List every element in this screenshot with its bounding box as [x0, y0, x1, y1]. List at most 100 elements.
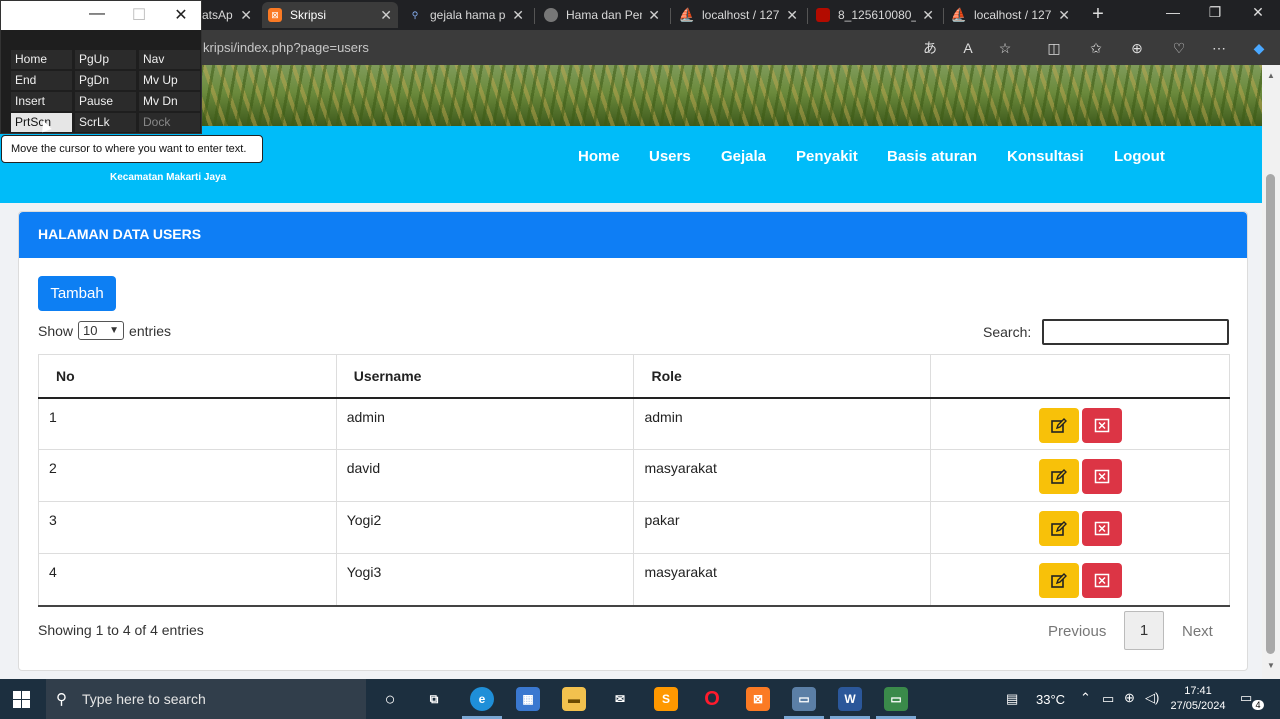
close-icon[interactable]: ✕ [922, 7, 934, 24]
close-icon[interactable]: ✕ [240, 7, 252, 24]
osk-key-nav[interactable]: Nav [139, 50, 200, 69]
split-screen-icon[interactable]: ◫ [1044, 38, 1064, 58]
osk-key-home[interactable]: Home [11, 50, 72, 69]
remote-desktop-icon[interactable]: ▭ [792, 687, 816, 711]
scroll-down-arrow-icon[interactable]: ▼ [1267, 661, 1275, 670]
delete-button[interactable] [1081, 459, 1122, 494]
edge-browser-icon[interactable]: e [470, 687, 494, 711]
page-scrollbar[interactable]: ▲ ▼ [1262, 65, 1280, 679]
browser-tab[interactable]: 8_125610080_ ✕ [810, 2, 940, 28]
xampp-icon[interactable]: ⊠ [746, 687, 770, 711]
windows-start-icon[interactable] [13, 691, 30, 708]
nav-logout[interactable]: Logout [1114, 148, 1165, 165]
edit-button[interactable] [1038, 511, 1079, 546]
nav-home[interactable]: Home [578, 148, 620, 165]
close-icon[interactable]: ✕ [169, 5, 193, 25]
mail-icon[interactable]: ✉ [608, 687, 632, 711]
new-tab-plus-icon[interactable]: + [1088, 3, 1108, 27]
restore-icon[interactable]: ❐ [1200, 4, 1230, 21]
cell-actions [930, 449, 1230, 502]
network-globe-icon[interactable]: ⊕ [1124, 690, 1135, 706]
pagination-page-1[interactable]: 1 [1124, 611, 1164, 650]
tray-chevron-up-icon[interactable]: ⌃ [1080, 690, 1091, 706]
taskbar-search-box[interactable]: Type here to search [46, 679, 366, 719]
osk-key-mv-dn[interactable]: Mv Dn [139, 92, 200, 111]
globe-icon [544, 8, 558, 22]
microsoft-store-icon[interactable]: ▦ [516, 687, 540, 711]
cell-role: masyarakat [633, 553, 932, 607]
nav-konsultasi[interactable]: Konsultasi [1007, 148, 1084, 165]
osk-key-insert[interactable]: Insert [11, 92, 72, 111]
volume-icon[interactable]: ◁) [1145, 690, 1159, 706]
cell-username: david [335, 449, 635, 502]
battery-icon[interactable]: ▭ [1102, 691, 1114, 707]
close-icon[interactable]: ✕ [512, 7, 524, 24]
edit-button[interactable] [1038, 563, 1079, 598]
notification-center-icon[interactable]: ▭ [1240, 690, 1252, 706]
browser-tab[interactable]: Hama dan Pen ✕ [538, 2, 666, 28]
osk-key-pgdn[interactable]: PgDn [75, 71, 136, 90]
osk-key-pause[interactable]: Pause [75, 92, 136, 111]
file-explorer-icon[interactable]: ▬ [562, 687, 586, 711]
close-icon[interactable]: ✕ [1058, 7, 1070, 24]
task-view-icon[interactable]: ⧉ [422, 687, 446, 711]
close-icon[interactable]: ✕ [648, 7, 660, 24]
column-header-no[interactable]: No [38, 354, 337, 399]
nav-users[interactable]: Users [649, 148, 691, 165]
close-icon[interactable]: ✕ [380, 7, 392, 24]
copilot-icon[interactable]: ◆ [1249, 38, 1269, 58]
temperature[interactable]: 33°C [1036, 692, 1065, 707]
pagination-previous[interactable]: Previous [1048, 623, 1106, 640]
browser-tab[interactable]: atsAp ✕ [196, 2, 258, 28]
favorite-star-icon[interactable]: ☆ [995, 38, 1015, 58]
more-menu-icon[interactable]: ⋯ [1209, 38, 1229, 58]
translate-icon[interactable]: あ [920, 38, 940, 58]
collections-icon[interactable]: ⊕ [1127, 38, 1147, 58]
osk-key-mv-up[interactable]: Mv Up [139, 71, 200, 90]
sublime-text-icon[interactable]: S [654, 687, 678, 711]
word-icon[interactable]: W [838, 687, 862, 711]
delete-button[interactable] [1081, 407, 1122, 443]
nav-basis-aturan[interactable]: Basis aturan [887, 148, 977, 165]
page-title: HALAMAN DATA USERS [38, 226, 202, 242]
delete-button[interactable] [1081, 563, 1122, 598]
close-window-icon[interactable]: ✕ [1243, 4, 1273, 21]
read-aloud-icon[interactable]: A [958, 38, 978, 58]
show-label: Show [38, 322, 74, 339]
maximize-icon[interactable]: ☐ [127, 5, 151, 25]
nav-penyakit[interactable]: Penyakit [796, 148, 858, 165]
osk-key-dock[interactable]: Dock [139, 113, 200, 132]
nav-gejala[interactable]: Gejala [721, 148, 766, 165]
osk-key-scrlk[interactable]: ScrLk [75, 113, 136, 132]
osk-key-end[interactable]: End [11, 71, 72, 90]
edit-button[interactable] [1038, 407, 1079, 443]
performance-heart-icon[interactable]: ♡ [1169, 38, 1189, 58]
opera-icon[interactable]: O [700, 687, 724, 711]
taskbar-clock[interactable]: 17:41 27/05/2024 [1170, 684, 1226, 714]
search-input[interactable] [1042, 319, 1229, 345]
favorites-icon[interactable]: ✩ [1086, 38, 1106, 58]
cortana-circle-icon[interactable]: ○ [378, 687, 402, 711]
notification-count: 4 [1252, 700, 1264, 710]
scroll-up-arrow-icon[interactable]: ▲ [1267, 71, 1275, 80]
minimize-icon[interactable]: — [85, 5, 109, 23]
osk-key-pgup[interactable]: PgUp [75, 50, 136, 69]
url-text[interactable]: kripsi/index.php?page=users [203, 40, 369, 55]
monitor-app-icon[interactable]: ▭ [884, 687, 908, 711]
browser-tab-active[interactable]: ⊠ Skripsi ✕ [262, 2, 398, 28]
edit-button[interactable] [1038, 459, 1079, 494]
column-header-role[interactable]: Role [633, 354, 932, 399]
phpmyadmin-icon: ⛵ [950, 7, 968, 22]
delete-button[interactable] [1081, 511, 1122, 546]
weather-icon[interactable]: ▤ [1006, 691, 1018, 707]
browser-tab[interactable]: ⛵ localhost / 127 ✕ [674, 2, 804, 28]
column-header-username[interactable]: Username [335, 354, 635, 399]
browser-tab[interactable]: ⛵ localhost / 127 ✕ [946, 2, 1076, 28]
pagination-next[interactable]: Next [1182, 623, 1213, 640]
scrollbar-thumb[interactable] [1266, 174, 1275, 654]
entries-select[interactable]: 10 ▼ [78, 321, 125, 340]
browser-tab[interactable]: ⚲ gejala hama pa ✕ [402, 2, 530, 28]
minimize-icon[interactable]: — [1158, 4, 1188, 20]
close-icon[interactable]: ✕ [786, 7, 798, 24]
add-user-button[interactable]: Tambah [38, 276, 116, 311]
